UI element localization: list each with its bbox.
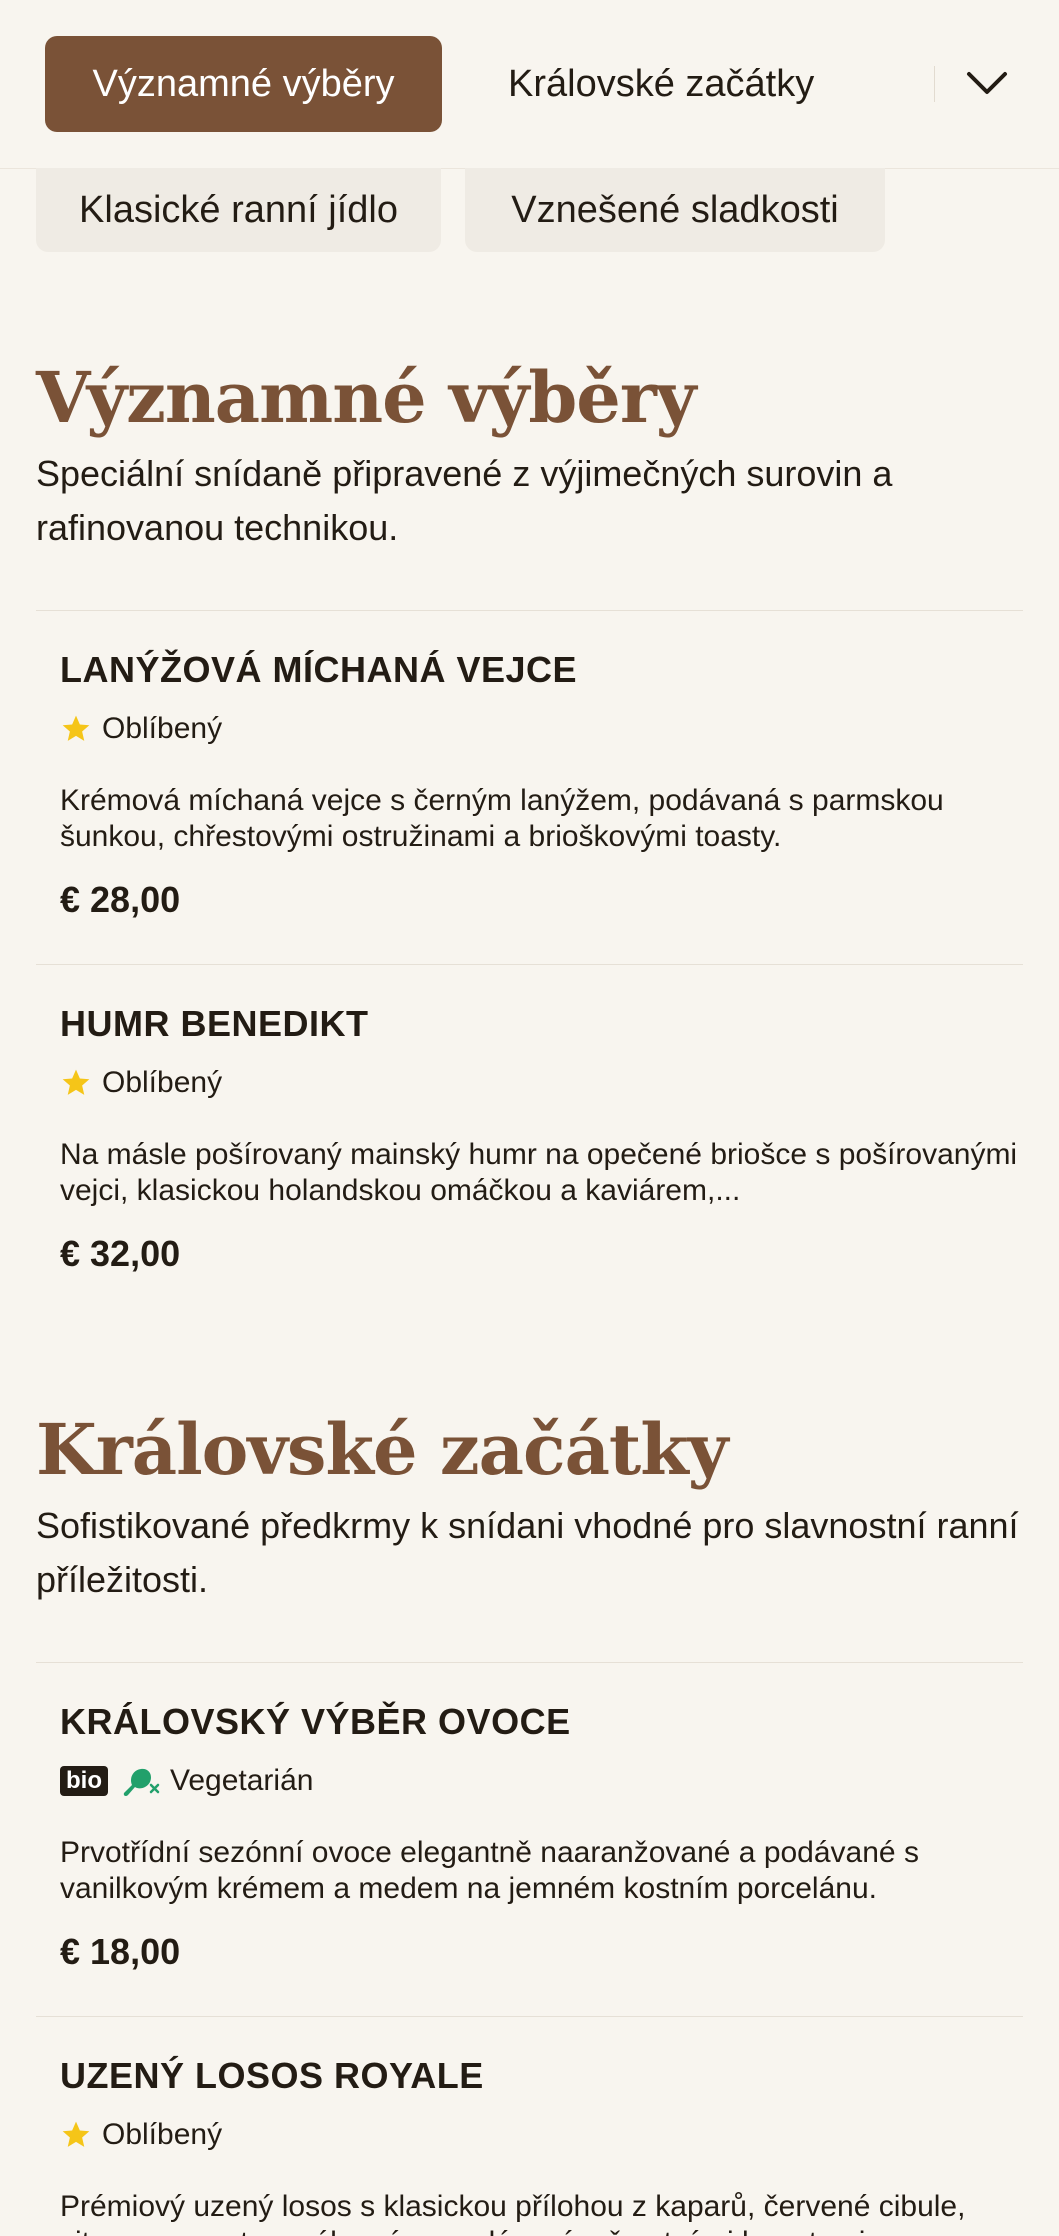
menu-item[interactable]: KRÁLOVSKÝ VÝBĚR OVOCE bio Vegetarián Prv… xyxy=(36,1662,1023,2017)
tab-kralovske-zacatky[interactable]: Královské začátky xyxy=(484,36,838,132)
section-title: Královské začátky xyxy=(36,1408,728,1491)
chevron-down-icon[interactable] xyxy=(960,58,1014,108)
item-price: € 18,00 xyxy=(60,1931,181,1972)
tag-label: Oblíbený xyxy=(102,712,223,745)
menu-item[interactable]: LANÝŽOVÁ MÍCHANÁ VEJCE Oblíbený Krémová … xyxy=(36,610,1023,965)
item-name: LANÝŽOVÁ MÍCHANÁ VEJCE xyxy=(60,649,578,690)
star-icon xyxy=(62,715,90,741)
item-description: Na másle pošírovaný mainský humr na opeč… xyxy=(60,1138,1018,1207)
tag-label: Oblíbený xyxy=(102,1066,223,1099)
section-description: Sofistikované předkrmy k snídani vhodné … xyxy=(36,1505,1019,1600)
item-tags: Oblíbený xyxy=(60,711,222,747)
menu-item[interactable]: HUMR BENEDIKT Oblíbený Na másle pošírova… xyxy=(36,964,1023,1319)
item-tags: bio Vegetarián xyxy=(60,1763,313,1799)
nav-divider xyxy=(934,66,935,102)
item-description: Prvotřídní sezónní ovoce elegantně naara… xyxy=(60,1836,919,1905)
tag-label: Vegetarián xyxy=(170,1764,314,1797)
bio-badge: bio xyxy=(60,1766,108,1796)
section-description: Speciální snídaně připravené z výjimečný… xyxy=(36,453,893,548)
item-name: UZENÝ LOSOS ROYALE xyxy=(60,2055,484,2096)
no-meat-icon xyxy=(123,1768,160,1797)
section-vyznamne-vybery: Významné výběry Speciální snídaně připra… xyxy=(36,356,1023,555)
item-price: € 28,00 xyxy=(60,879,181,920)
item-name: HUMR BENEDIKT xyxy=(60,1003,369,1044)
tab-vyznamne-vybery[interactable]: Významné výběry xyxy=(45,36,442,132)
menu-item[interactable]: UZENÝ LOSOS ROYALE Oblíbený Prémiový uze… xyxy=(36,2016,1023,2236)
item-name: KRÁLOVSKÝ VÝBĚR OVOCE xyxy=(60,1701,571,1742)
item-price: € 32,00 xyxy=(60,1233,181,1274)
section-kralovske-zacatky: Královské začátky Sofistikované předkrmy… xyxy=(36,1408,1023,1607)
star-icon xyxy=(62,2121,90,2147)
tab-vznesene-sladkosti[interactable]: Vznešené sladkosti xyxy=(465,168,885,252)
item-description: Krémová míchaná vejce s černým lanýžem, … xyxy=(60,784,944,853)
category-nav: Významné výběry Královské začátky xyxy=(0,0,1059,169)
item-description: Prémiový uzený losos s klasickou příloho… xyxy=(60,2190,966,2236)
section-title: Významné výběry xyxy=(36,356,696,439)
tag-label: Oblíbený xyxy=(102,2118,223,2151)
tab-klasicke-ranni-jidlo[interactable]: Klasické ranní jídlo xyxy=(36,168,441,252)
item-tags: Oblíbený xyxy=(60,2117,222,2153)
star-icon xyxy=(62,1069,90,1095)
item-tags: Oblíbený xyxy=(60,1065,222,1101)
